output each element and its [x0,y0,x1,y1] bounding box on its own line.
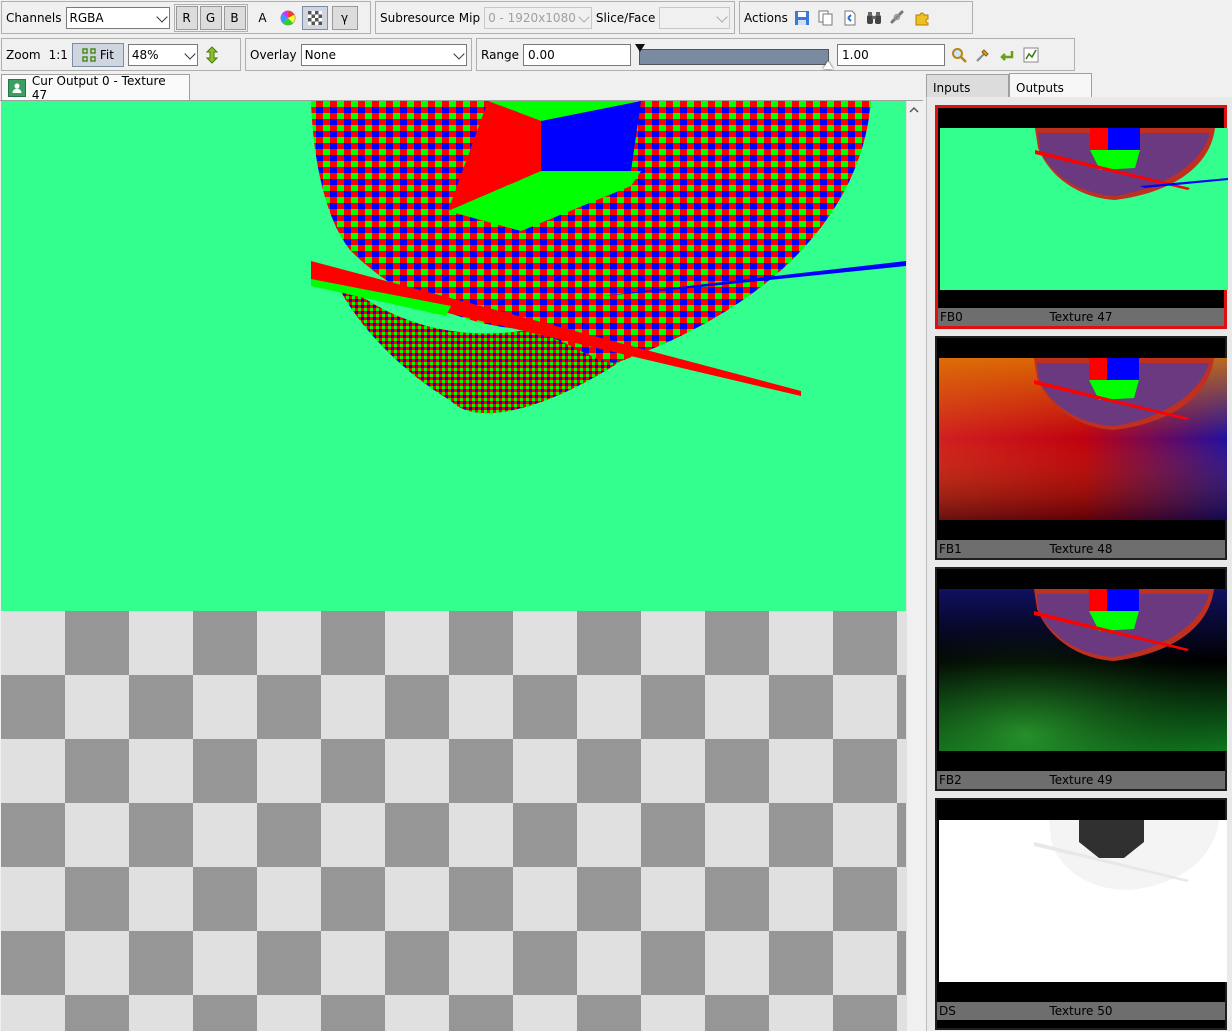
overlay-group: Overlay None [245,38,472,71]
red-channel-button[interactable]: R [175,5,198,30]
thumbnail-fb1-name: Texture 48 [1049,542,1113,556]
save-icon[interactable] [792,8,812,28]
open-external-icon[interactable] [840,8,860,28]
thumbnail-fb1-caption: FB1 Texture 48 [937,540,1225,558]
range-max-input[interactable]: 1.00 [837,43,946,66]
range-group: Range 0.00 1.00 [476,38,1075,71]
copy-icon[interactable] [816,8,836,28]
zoom-fit-button[interactable]: Fit [71,42,124,67]
texture-image [1,101,906,611]
range-slider-track [639,48,830,65]
thumbnail-fb0-name: Texture 47 [1049,310,1113,324]
zoom-range-icon[interactable] [949,45,969,65]
flip-vertical-icon[interactable] [202,45,222,65]
blue-channel-button[interactable]: B [223,5,246,30]
thumbnail-fb1-image [939,358,1227,520]
scroll-up-icon[interactable] [907,103,921,117]
subresource-group: Subresource Mip 0 - 1920x1080 Slice/Face [375,1,735,34]
channels-group: Channels RGBA R G B A γ [1,1,371,34]
mip-label: Mip [458,10,481,25]
slice-face-select[interactable] [659,6,730,29]
texture-viewer[interactable] [1,101,906,1031]
slice-face-label: Slice/Face [595,10,656,25]
channels-value: RGBA [69,10,104,25]
toolbar-row-top: Channels RGBA R G B A γ Subresource Mip … [0,0,1232,36]
tab-inputs-label: Inputs [933,81,971,95]
thumbnail-panel: FB0 Texture 47 FB1 Texture 48 FB2 Textur… [926,97,1232,1031]
alpha-channel-button[interactable]: A [252,6,274,30]
viewer-vertical-scrollbar[interactable] [906,101,921,1031]
overlay-label: Overlay [250,47,297,62]
thumbnail-fb2-image [939,589,1227,751]
zoom-group: Zoom 1:1 Fit 48% [1,38,241,71]
link-icon[interactable] [888,8,908,28]
zoom-fit-label: Fit [99,47,114,62]
range-label: Range [481,47,520,62]
thumbnail-fb2-caption: FB2 Texture 49 [937,771,1225,789]
tab-current-output-label: Cur Output 0 - Texture 47 [31,74,166,102]
thumbnail-ds-image [939,820,1227,982]
zoom-value: 48% [131,47,159,62]
thumbnail-ds[interactable]: DS Texture 50 [935,798,1227,1030]
actions-group: Actions [739,1,973,34]
chevron-down-icon [716,10,728,23]
channels-select[interactable]: RGBA [65,6,170,29]
chevron-down-icon [155,10,168,23]
range-max-handle[interactable] [823,60,834,69]
tab-outputs-label: Outputs [1016,80,1064,95]
histogram-icon[interactable] [1021,45,1041,65]
tab-current-output[interactable]: Cur Output 0 - Texture 47 [1,74,190,102]
checkerboard-icon [307,10,322,25]
range-min-handle[interactable] [635,43,646,52]
mip-select[interactable]: 0 - 1920x1080 [484,6,592,29]
thumbnail-fb0[interactable]: FB0 Texture 47 [935,105,1228,329]
overlay-value: None [304,47,336,62]
gamma-button[interactable]: γ [331,5,358,30]
eyedropper-icon[interactable] [973,45,993,65]
thumbnail-fb0-image [940,128,1228,290]
zoom-label: Zoom [6,47,41,62]
subresource-label: Subresource [380,10,455,25]
channels-label: Channels [6,10,62,25]
color-wheel-icon[interactable] [278,8,298,28]
checkerboard-toggle[interactable] [301,5,328,30]
actions-label: Actions [744,10,788,25]
channel-buttons: R G B [173,3,248,32]
reset-range-icon[interactable] [997,45,1017,65]
puzzle-icon[interactable] [912,8,932,28]
thumbnail-fb0-caption: FB0 Texture 47 [938,308,1224,326]
mip-value: 0 - 1920x1080 [488,10,576,25]
zoom-one-to-one-button[interactable]: 1:1 [49,48,68,62]
range-min-input[interactable]: 0.00 [523,43,632,66]
zoom-select[interactable]: 48% [127,43,198,66]
thumbnail-ds-caption: DS Texture 50 [937,1002,1225,1020]
thumbnail-ds-name: Texture 50 [1049,1004,1113,1018]
fit-icon [82,47,96,62]
chevron-down-icon [184,47,196,60]
binoculars-icon[interactable] [864,8,884,28]
thumbnail-fb2[interactable]: FB2 Texture 49 [935,567,1227,791]
thumbnail-fb1[interactable]: FB1 Texture 48 [935,336,1227,560]
output-tab-icon [8,79,26,97]
toolbar-row-second: Zoom 1:1 Fit 48% Overlay None Range 0.00… [0,37,1232,73]
chevron-down-icon [453,47,465,60]
green-channel-button[interactable]: G [199,5,222,30]
overlay-select[interactable]: None [300,43,467,66]
thumbnail-fb2-name: Texture 49 [1049,773,1113,787]
chevron-down-icon [578,10,590,23]
range-slider[interactable] [635,41,834,69]
